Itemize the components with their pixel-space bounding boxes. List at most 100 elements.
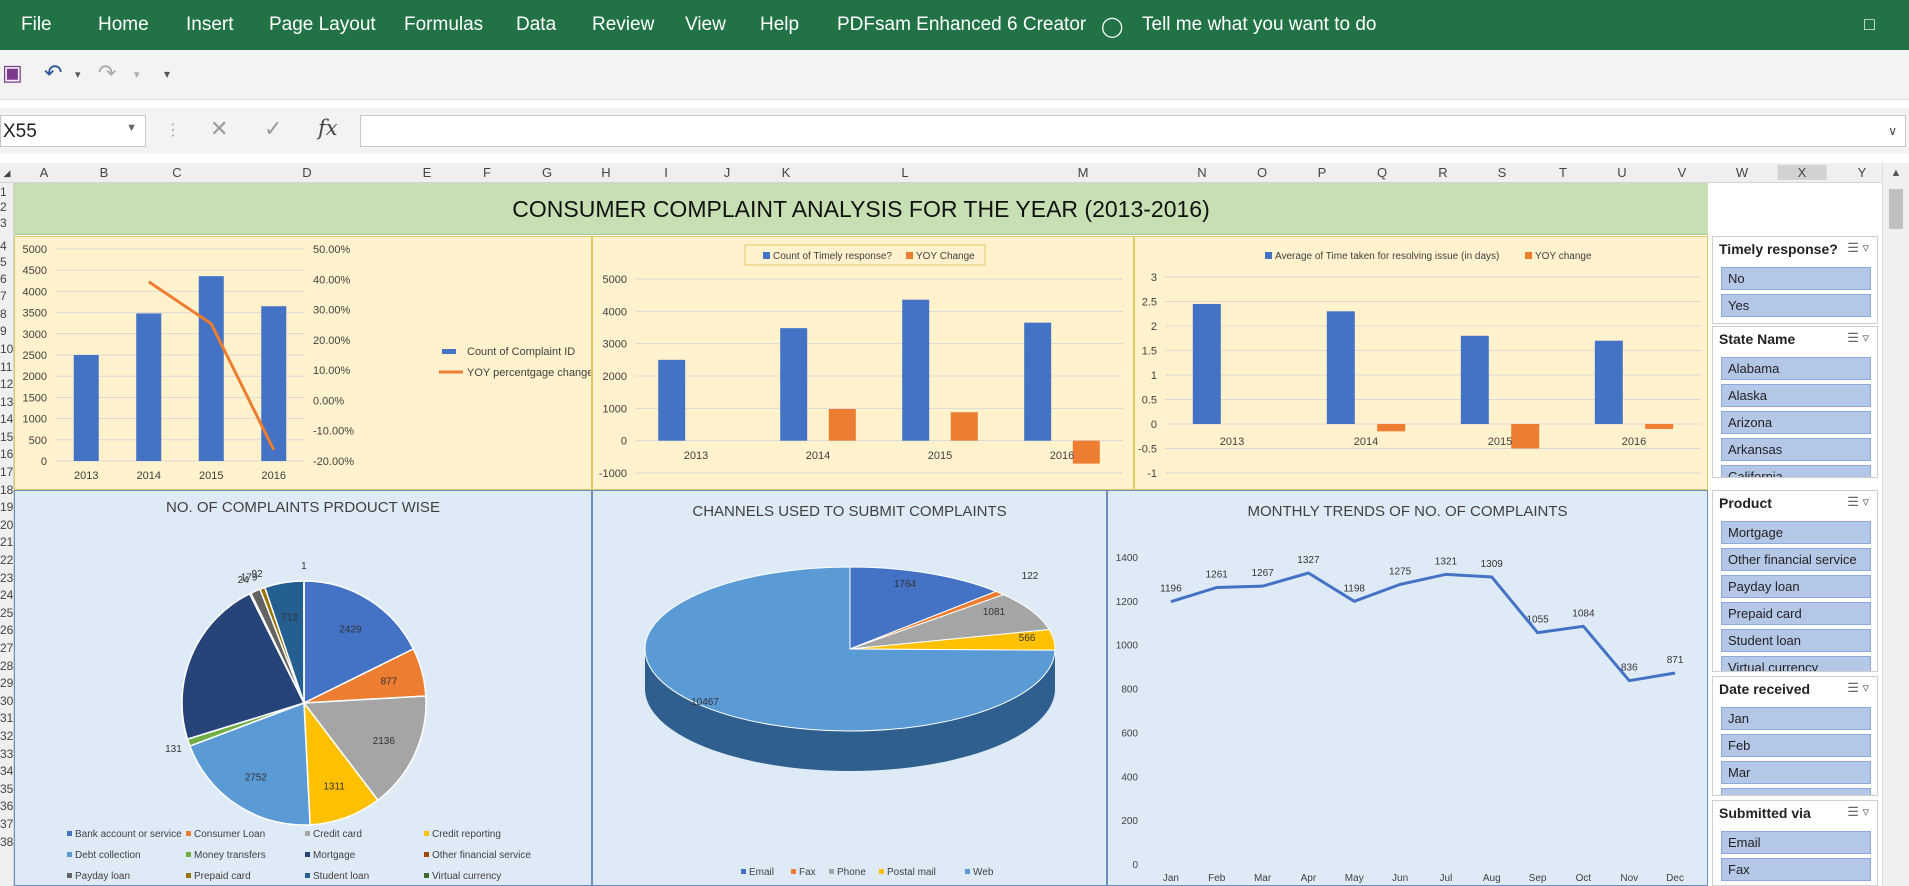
row-header[interactable]: 3 — [0, 216, 13, 230]
row-header[interactable]: 15 — [0, 430, 13, 444]
scrollbar-thumb[interactable] — [1889, 189, 1903, 229]
formula-input[interactable]: ∨ — [360, 115, 1906, 147]
slicer-item[interactable]: Apr — [1721, 788, 1871, 795]
undo-dropdown-icon[interactable]: ▾ — [75, 68, 81, 81]
tell-me-box[interactable]: Tell me what you want to do — [1142, 14, 1376, 36]
slicer-item[interactable]: Yes — [1721, 294, 1871, 317]
slicer-item[interactable]: Mar — [1721, 761, 1871, 784]
tab-data[interactable]: Data — [516, 14, 556, 36]
column-header[interactable]: N — [1197, 165, 1206, 180]
row-header[interactable]: 12 — [0, 377, 13, 391]
slicer-item[interactable]: Virtual currency — [1721, 656, 1871, 671]
column-header[interactable]: V — [1678, 165, 1687, 180]
row-header[interactable]: 5 — [0, 255, 13, 269]
column-header[interactable]: O — [1257, 165, 1267, 180]
row-header[interactable]: 27 — [0, 641, 13, 655]
redo-dropdown-icon[interactable]: ▾ — [134, 68, 140, 81]
row-header[interactable]: 30 — [0, 694, 13, 708]
column-header[interactable]: Y — [1858, 165, 1867, 180]
slicer-item[interactable]: Jan — [1721, 707, 1871, 730]
row-header[interactable]: 16 — [0, 447, 13, 461]
row-header[interactable]: 38 — [0, 835, 13, 849]
column-header[interactable]: H — [601, 165, 610, 180]
row-header[interactable]: 35 — [0, 782, 13, 796]
tab-pdfsam[interactable]: PDFsam Enhanced 6 Creator — [837, 14, 1086, 36]
cancel-icon[interactable]: ✕ — [210, 116, 228, 142]
slicer-item[interactable]: Arkansas — [1721, 438, 1871, 461]
row-header[interactable]: 37 — [0, 817, 13, 831]
tab-file[interactable]: File — [21, 14, 52, 36]
row-header[interactable]: 8 — [0, 307, 13, 321]
row-header[interactable]: 21 — [0, 535, 13, 549]
undo-icon[interactable]: ↶ — [44, 60, 62, 86]
row-header[interactable]: 4 — [0, 239, 13, 253]
row-header[interactable]: 36 — [0, 799, 13, 813]
chevron-down-icon[interactable]: ▼ — [126, 122, 137, 134]
column-header[interactable]: B — [100, 165, 109, 180]
row-header[interactable]: 13 — [0, 395, 13, 409]
tab-view[interactable]: View — [685, 14, 726, 36]
row-header[interactable]: 32 — [0, 729, 13, 743]
row-header[interactable]: 33 — [0, 747, 13, 761]
row-header[interactable]: 18 — [0, 483, 13, 497]
row-header[interactable]: 6 — [0, 272, 13, 286]
slicer-item[interactable]: No — [1721, 267, 1871, 290]
insert-function-icon[interactable]: fx — [318, 116, 338, 140]
row-header[interactable]: 22 — [0, 553, 13, 567]
tab-home[interactable]: Home — [98, 14, 149, 36]
column-header[interactable]: R — [1438, 165, 1447, 180]
column-header[interactable]: C — [172, 165, 181, 180]
row-header[interactable]: 14 — [0, 412, 13, 426]
tab-page-layout[interactable]: Page Layout — [269, 14, 376, 36]
multi-select-icon[interactable]: ☰ ▿ — [1847, 240, 1869, 256]
column-header[interactable]: F — [483, 165, 491, 180]
row-header[interactable]: 20 — [0, 518, 13, 532]
tab-review[interactable]: Review — [592, 14, 654, 36]
comments-icon[interactable]: □ — [1864, 14, 1875, 35]
scroll-up-icon[interactable]: ▲ — [1883, 167, 1909, 179]
tab-insert[interactable]: Insert — [186, 14, 234, 36]
row-header[interactable]: 31 — [0, 711, 13, 725]
redo-icon[interactable]: ↷ — [98, 60, 116, 86]
row-header[interactable]: 2 — [0, 200, 13, 214]
tab-formulas[interactable]: Formulas — [404, 14, 483, 36]
slicer-item[interactable]: Student loan — [1721, 629, 1871, 652]
chart-resolution-time[interactable]: -1 -0.5 0 0.5 1 1.5 2 2.5 3 2013 2014 2015 2016 Avera… — [1134, 236, 1708, 490]
slicer-item[interactable]: Other financial service — [1721, 548, 1871, 571]
column-header[interactable]: P — [1318, 165, 1327, 180]
slicer-item[interactable]: Alaska — [1721, 384, 1871, 407]
row-header[interactable]: 17 — [0, 465, 13, 479]
slicer-item[interactable]: Feb — [1721, 734, 1871, 757]
row-header[interactable]: 25 — [0, 606, 13, 620]
row-header[interactable]: 10 — [0, 342, 13, 356]
row-header[interactable]: 19 — [0, 500, 13, 514]
row-header[interactable]: 23 — [0, 571, 13, 585]
column-header[interactable]: A — [40, 165, 49, 180]
column-header[interactable]: W — [1736, 165, 1748, 180]
column-header[interactable]: K — [782, 165, 791, 180]
column-header-selected[interactable]: X — [1777, 165, 1827, 180]
multi-select-icon[interactable]: ☰ ▿ — [1847, 330, 1869, 346]
column-header[interactable]: G — [542, 165, 552, 180]
slicer-item[interactable]: Payday loan — [1721, 575, 1871, 598]
column-header[interactable]: M — [1078, 165, 1089, 180]
column-header[interactable]: I — [664, 165, 668, 180]
row-header[interactable]: 34 — [0, 764, 13, 778]
chart-timely-response[interactable]: -1000 0 1000 2000 3000 4000 5000 2013 2014 2015 20… — [592, 236, 1134, 490]
customize-toolbar-icon[interactable]: ▾ — [164, 67, 170, 81]
column-header[interactable]: E — [423, 165, 432, 180]
slicer-item[interactable]: Arizona — [1721, 411, 1871, 434]
column-header[interactable]: Q — [1377, 165, 1387, 180]
chart-monthly-trend[interactable]: MONTHLY TRENDS OF NO. OF COMPLAINTS 0 200… — [1107, 490, 1708, 886]
row-header[interactable]: 11 — [0, 360, 13, 374]
column-header[interactable]: J — [724, 165, 731, 180]
row-header[interactable]: 9 — [0, 324, 13, 338]
slicer-item[interactable]: Prepaid card — [1721, 602, 1871, 625]
row-header[interactable]: 28 — [0, 659, 13, 673]
multi-select-icon[interactable]: ☰ ▿ — [1847, 804, 1869, 820]
chart-channels-pie[interactable]: CHANNELS USED TO SUBMIT COMPLAINTS 1764 1… — [592, 490, 1107, 886]
tab-help[interactable]: Help — [760, 14, 799, 36]
column-header[interactable]: U — [1617, 165, 1626, 180]
select-all-corner[interactable]: ◢ — [4, 168, 11, 179]
vertical-scrollbar[interactable]: ▲ — [1882, 163, 1909, 886]
